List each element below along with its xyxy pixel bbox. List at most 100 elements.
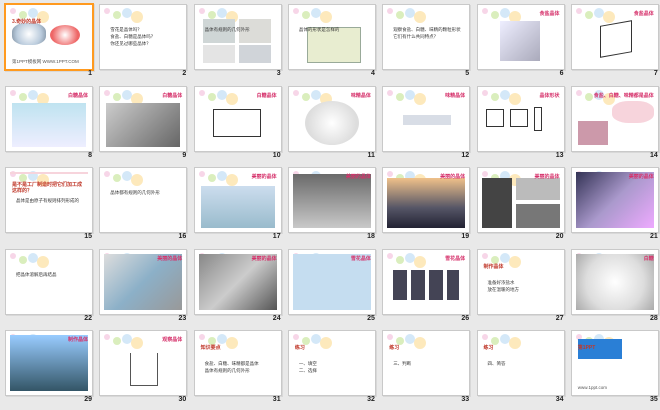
slide-number: 23 xyxy=(178,314,187,322)
slide-bullet: 二、选择 xyxy=(298,368,317,373)
slide-number: 2 xyxy=(182,70,187,77)
decor-bubble xyxy=(301,11,310,19)
slide-thumbnail[interactable]: 制作晶体 准备好浓盐水 放在温暖的地方 xyxy=(476,248,565,315)
decor-bubble xyxy=(225,174,238,186)
decor-bubble xyxy=(104,8,111,14)
slide-thumbnail-slot: 美丽的晶体 18 xyxy=(285,165,379,247)
slide-thumbnail[interactable]: 白糖晶体 xyxy=(5,85,93,152)
slide-thumbnail[interactable]: 美丽的晶体 xyxy=(99,248,188,315)
slide-number: 6 xyxy=(559,70,564,77)
slide-thumbnail-slot: 味精晶体 11 xyxy=(285,84,379,166)
photo xyxy=(481,178,512,228)
slide-number: 15 xyxy=(84,233,92,240)
slide-thumbnail[interactable]: 3.奇妙的晶体 第1PPT模板网 WWW.1PPT.COM xyxy=(4,3,94,71)
slide-label: 美丽的晶体 xyxy=(534,174,560,180)
slide-thumbnail[interactable]: 食盐晶体 xyxy=(570,4,659,70)
slide-thumbnail[interactable]: 晶体有规则的几何外形 xyxy=(193,4,282,70)
slide-thumbnail[interactable]: 白糖晶体 xyxy=(99,85,188,152)
slide-bullet: 它们有什么共同特点？ xyxy=(393,34,439,39)
decor-bubble xyxy=(414,92,427,105)
decor-bubble xyxy=(19,255,27,264)
decor-bubble xyxy=(10,8,16,14)
slide-thumbnail[interactable]: 制作晶体 xyxy=(5,330,93,396)
slide-thumbnail[interactable]: 观察食盐、白糖、味精的颗粒形状 它们有什么共同特点？ xyxy=(382,4,471,70)
slide-thumbnail-slot: 雪花是晶体吗？ 食盐、白糖是晶体吗？ 你还见过哪些晶体？ 2 xyxy=(96,2,190,84)
slide-thumbnail[interactable]: 雪花晶体 xyxy=(382,248,471,315)
slide-thumbnail[interactable]: 美丽的晶体 xyxy=(287,167,376,233)
slide-number: 31 xyxy=(272,396,281,403)
slide-thumbnail[interactable]: 美丽的晶体 xyxy=(570,167,659,233)
slide-thumbnail[interactable]: 晶体都有规则的几何外形 xyxy=(99,167,188,233)
slide-thumbnail-slot: 知识要点 食盐、白糖、味精都是晶体 晶体有规则的几何外形 31 xyxy=(191,328,285,410)
decor-bubble xyxy=(490,92,499,101)
slide-thumbnail[interactable]: 练习 四、简答 xyxy=(476,330,565,396)
slide-thumbnail[interactable]: 味精晶体 xyxy=(382,85,471,152)
decor-bubble xyxy=(207,174,216,182)
snow-photos xyxy=(393,269,460,300)
decor-bubble xyxy=(490,337,499,345)
slide-thumbnail[interactable]: 美丽的晶体 xyxy=(193,248,282,315)
slide-thumbnail[interactable]: 知识要点 食盐、白糖、味精都是晶体 晶体有规则的几何外形 xyxy=(193,330,282,396)
slide-thumbnail[interactable]: 美丽的晶体 xyxy=(476,167,565,233)
divider xyxy=(10,172,88,174)
slide-thumbnail-slot: 食盐、白糖、味精都是晶体 14 xyxy=(568,84,660,166)
decor-bubble xyxy=(584,11,593,19)
crystal-image xyxy=(12,23,46,45)
photo xyxy=(403,114,452,125)
slide-thumbnail[interactable]: 雪花晶体 xyxy=(287,248,376,315)
slide-bullet: 食盐、白糖是晶体吗？ xyxy=(110,34,156,39)
slide-thumbnail[interactable]: 白糖 xyxy=(570,248,659,315)
slide-thumbnail[interactable]: 雪花是晶体吗？ 食盐、白糖是晶体吗？ 你还见过哪些晶体？ xyxy=(99,4,188,70)
slide-thumbnail[interactable]: 食盐、白糖、味精都是晶体 xyxy=(570,85,659,152)
slide-thumbnail[interactable]: 晶体形状 xyxy=(476,85,565,152)
decor-bubble xyxy=(490,11,499,19)
decor-bubble xyxy=(19,11,27,19)
slide-label: 味精晶体 xyxy=(350,92,371,99)
decor-bubble xyxy=(508,92,521,105)
slide-number: 21 xyxy=(650,233,658,240)
slide-thumbnail[interactable]: 练习 一、填空 二、选择 xyxy=(287,330,376,396)
slide-number: 30 xyxy=(178,396,187,403)
slide-label: 白糖晶体 xyxy=(256,92,277,99)
crystal-image xyxy=(50,25,80,45)
slide-thumbnail-slot: 观察食盐、白糖、味精的颗粒形状 它们有什么共同特点？ 5 xyxy=(379,2,473,84)
slide-bullet: 食盐、白糖、味精都是晶体 xyxy=(204,361,259,366)
slide-label: 雪花晶体 xyxy=(445,255,466,262)
slide-thumbnail[interactable]: 是不是工厂制造时把它们加工成这样的？ 晶体是由原子有规则排列形成的 xyxy=(5,167,93,233)
decor-bubble xyxy=(207,92,216,101)
slide-thumbnail[interactable]: 观察晶体 xyxy=(99,330,188,396)
slide-thumbnail-slot: 白糖晶体 8 xyxy=(2,84,96,166)
slide-title: 第1PPT xyxy=(577,345,596,351)
slide-number: 12 xyxy=(461,151,470,159)
slide-thumbnail[interactable]: 美丽的晶体 xyxy=(193,167,282,233)
slide-thumbnail[interactable]: 第1PPT www.1ppt.com xyxy=(570,330,659,396)
slide-subtitle: 第1PPT模板网 WWW.1PPT.COM xyxy=(12,59,79,64)
slide-thumbnail-slot: 美丽的晶体 17 xyxy=(191,165,285,247)
slide-thumbnail-slot: 食盐晶体 6 xyxy=(474,2,568,84)
decor-bubble xyxy=(10,252,16,259)
photo xyxy=(238,45,271,63)
slide-thumbnail-slot: 雪花晶体 26 xyxy=(379,247,473,329)
cube-drawing xyxy=(599,20,632,58)
decor-bubble xyxy=(396,11,405,19)
slide-thumbnail-slot: 白糖晶体 9 xyxy=(96,84,190,166)
slide-title: 制作晶体 xyxy=(483,263,504,270)
slide-label: 食盐晶体 xyxy=(539,11,560,17)
decor-bubble xyxy=(481,89,488,96)
slide-thumbnail-slot: 美丽的晶体 19 xyxy=(379,165,473,247)
decor-bubble xyxy=(104,89,111,96)
slide-thumbnail[interactable]: 食盐晶体 xyxy=(476,4,565,70)
slide-label: 白糖 xyxy=(643,255,654,262)
slide-label: 晶体形状 xyxy=(539,92,560,99)
slide-thumbnail[interactable]: 把晶体溶解后再结晶 xyxy=(5,248,93,315)
slide-number: 20 xyxy=(555,233,564,240)
slide-thumbnail[interactable]: 美丽的晶体 xyxy=(382,167,471,233)
slide-thumbnail[interactable]: 练习 三、判断 xyxy=(382,330,471,396)
slide-label: 食盐晶体 xyxy=(633,11,654,17)
slide-thumbnail[interactable]: 晶体的形状是怎样的 xyxy=(287,4,376,70)
slide-thumbnail[interactable]: 味精晶体 xyxy=(287,85,376,152)
slide-thumbnail[interactable]: 白糖晶体 xyxy=(193,85,282,152)
decor-bubble xyxy=(131,11,144,23)
decor-bubble xyxy=(396,337,405,345)
decor-bubble xyxy=(396,92,405,101)
